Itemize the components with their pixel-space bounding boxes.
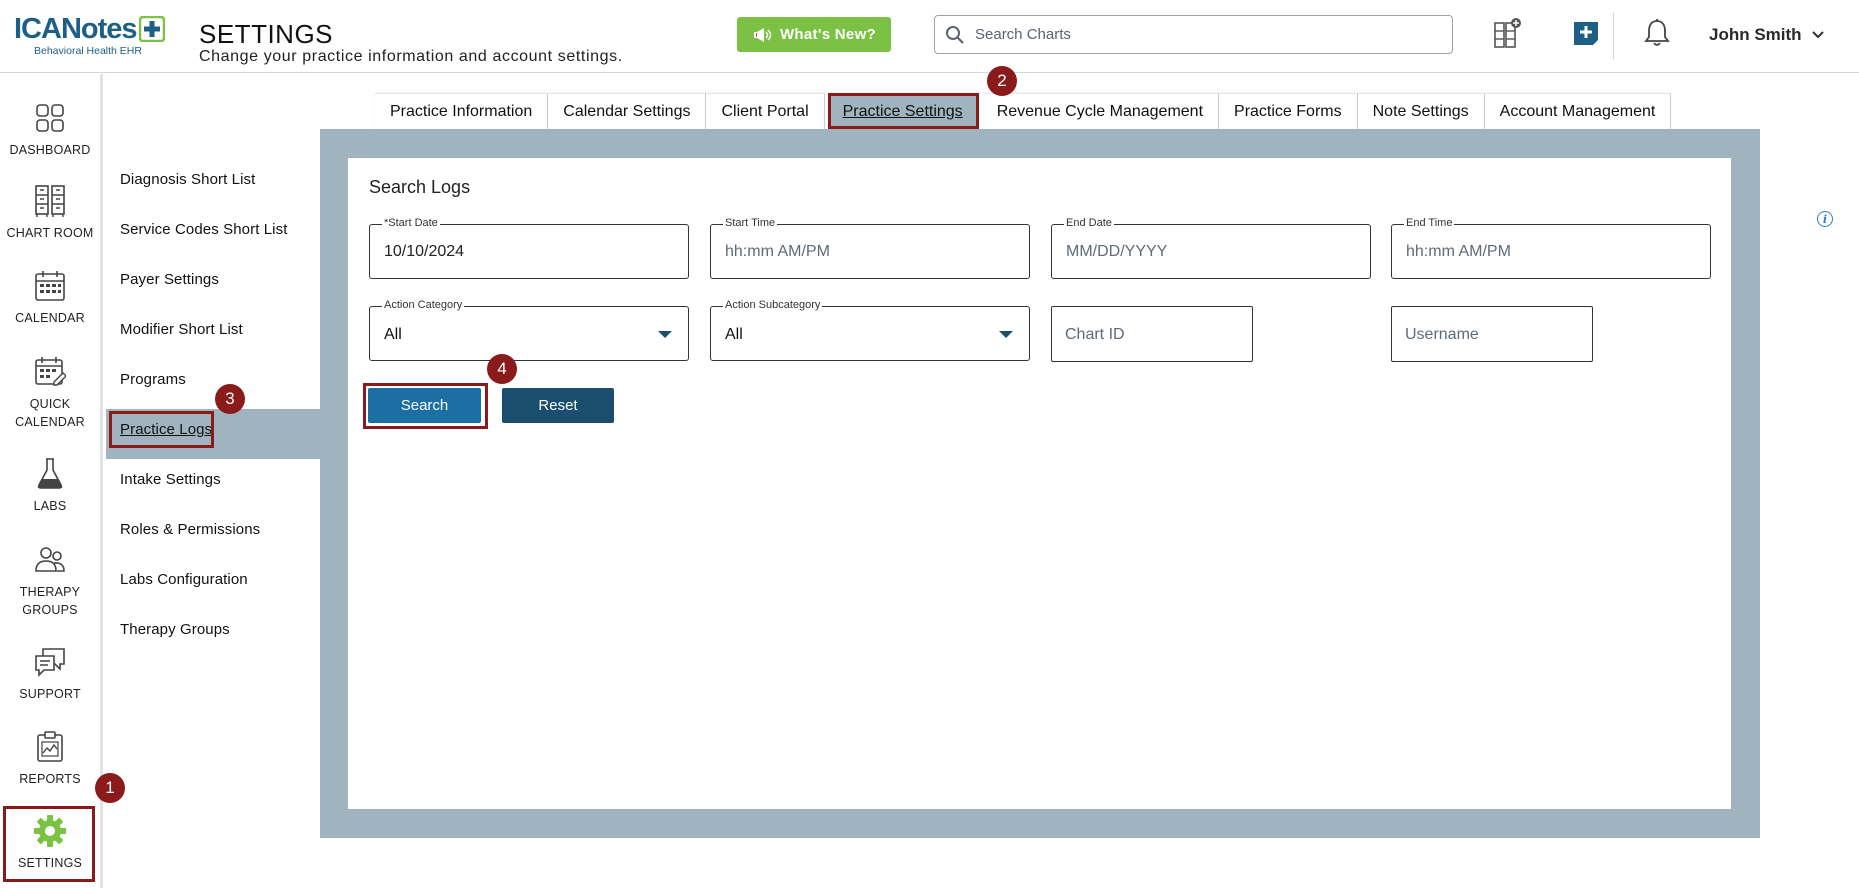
user-name-label: John Smith	[1709, 25, 1802, 44]
action-category-label: Action Category	[382, 299, 465, 311]
tab-calendar-settings[interactable]: Calendar Settings	[548, 93, 707, 129]
action-subcategory-label: Action Subcategory	[723, 299, 823, 311]
nav-calendar[interactable]: CALENDAR	[0, 269, 100, 327]
nav-support[interactable]: SUPPORT	[0, 645, 100, 703]
tab-account-management[interactable]: Account Management	[1484, 93, 1672, 129]
chevron-down-icon	[1811, 31, 1824, 39]
subnav-intake-settings[interactable]: Intake Settings	[120, 471, 221, 488]
step-badge-1: 1	[95, 773, 125, 803]
nav-label: THERAPY GROUPS	[19, 585, 81, 617]
settings-tabs: Practice Information Calendar Settings C…	[375, 93, 1672, 129]
username-placeholder: Username	[1405, 326, 1479, 343]
subnav-roles-permissions[interactable]: Roles & Permissions	[120, 521, 260, 538]
nav-therapy-groups[interactable]: THERAPY GROUPS	[0, 543, 100, 619]
notifications-bell-icon[interactable]	[1641, 16, 1673, 50]
end-time-placeholder: hh:mm AM/PM	[1406, 243, 1511, 260]
search-button[interactable]: Search	[368, 388, 481, 423]
nav-quick-calendar[interactable]: QUICK CALENDAR	[0, 355, 100, 431]
end-date-placeholder: MM/DD/YYYY	[1066, 243, 1168, 260]
tab-client-portal[interactable]: Client Portal	[706, 93, 825, 129]
info-icon[interactable]: i	[1817, 211, 1833, 227]
settings-highlight-box	[3, 806, 95, 882]
nav-label: SUPPORT	[19, 687, 81, 701]
chart-room-icon	[33, 184, 67, 218]
whats-new-button[interactable]: What's New?	[737, 17, 891, 52]
end-time-field[interactable]: End Time hh:mm AM/PM	[1391, 217, 1711, 279]
megaphone-icon	[753, 27, 772, 42]
search-charts-input[interactable]	[975, 26, 1415, 43]
nav-label: CALENDAR	[15, 311, 85, 325]
logo-subtitle: Behavioral Health EHR	[34, 45, 142, 57]
subnav-service-codes-short-list[interactable]: Service Codes Short List	[120, 221, 287, 238]
subnav-programs[interactable]: Programs	[120, 371, 186, 388]
topbar-divider	[1613, 12, 1614, 60]
step-badge-4: 4	[487, 354, 517, 384]
chart-id-input[interactable]: Chart ID	[1051, 306, 1253, 362]
nav-reports[interactable]: REPORTS	[0, 730, 100, 788]
username-input[interactable]: Username	[1391, 306, 1593, 362]
nav-label: CHART ROOM	[6, 226, 94, 240]
action-category-select[interactable]: Action Category All	[369, 299, 689, 361]
search-charts-box[interactable]	[934, 15, 1453, 54]
start-time-placeholder: hh:mm AM/PM	[725, 243, 830, 260]
dropdown-caret-icon	[658, 331, 672, 338]
quick-calendar-icon	[33, 355, 67, 389]
search-logs-title: Search Logs	[369, 177, 471, 197]
chart-cabinet-add-icon[interactable]	[1491, 16, 1523, 50]
logo-plus-icon	[138, 16, 165, 42]
start-date-field[interactable]: *Start Date 10/10/2024	[369, 217, 689, 279]
logo-text-ica: ICA	[14, 13, 62, 45]
dashboard-icon	[33, 101, 67, 135]
therapy-groups-icon	[33, 543, 67, 577]
nav-label: REPORTS	[19, 772, 81, 786]
whats-new-label: What's New?	[779, 26, 877, 43]
action-category-value: All	[384, 326, 402, 343]
end-date-field[interactable]: End Date MM/DD/YYYY	[1051, 217, 1371, 279]
user-menu[interactable]: John Smith	[1709, 25, 1824, 45]
nav-label: DASHBOARD	[9, 143, 91, 157]
end-date-label: End Date	[1064, 217, 1114, 229]
logo-text-notes: Notes	[60, 13, 138, 45]
start-time-label: Start Time	[723, 217, 778, 229]
dropdown-caret-icon	[999, 331, 1013, 338]
start-date-label: *Start Date	[382, 217, 440, 229]
labs-icon	[33, 457, 67, 491]
add-note-icon[interactable]	[1570, 16, 1602, 50]
page-subtitle: Change your practice information and acc…	[199, 48, 623, 65]
subnav-labs-configuration[interactable]: Labs Configuration	[120, 571, 248, 588]
action-subcategory-value: All	[725, 326, 743, 343]
start-date-value: 10/10/2024	[384, 243, 465, 260]
action-subcategory-select[interactable]: Action Subcategory All	[710, 299, 1030, 361]
reports-icon	[33, 730, 67, 764]
start-time-field[interactable]: Start Time hh:mm AM/PM	[710, 217, 1030, 279]
tab-practice-forms[interactable]: Practice Forms	[1219, 93, 1358, 129]
nav-labs[interactable]: LABS	[0, 457, 100, 515]
subnav-therapy-groups[interactable]: Therapy Groups	[120, 621, 230, 638]
practice-logs-highlight-box	[109, 411, 214, 448]
search-icon	[946, 25, 964, 44]
nav-chart-room[interactable]: CHART ROOM	[0, 184, 100, 242]
calendar-icon	[33, 269, 67, 303]
icanotes-logo[interactable]: ICANotes Behavioral Health EHR	[14, 14, 174, 58]
chart-id-placeholder: Chart ID	[1065, 326, 1125, 343]
tab-note-settings[interactable]: Note Settings	[1357, 93, 1485, 129]
step-badge-2: 2	[987, 66, 1017, 96]
subnav-payer-settings[interactable]: Payer Settings	[120, 271, 219, 288]
end-time-label: End Time	[1404, 217, 1455, 229]
tab-revenue-cycle-management[interactable]: Revenue Cycle Management	[981, 93, 1220, 129]
tab-practice-information[interactable]: Practice Information	[375, 93, 549, 129]
nav-label: QUICK CALENDAR	[15, 397, 85, 429]
top-bar: ICANotes Behavioral Health EHR SETTINGS …	[0, 0, 1859, 73]
page-title: SETTINGS	[199, 19, 334, 49]
nav-label: LABS	[33, 499, 67, 513]
nav-dashboard[interactable]: DASHBOARD	[0, 101, 100, 159]
support-chat-icon	[33, 645, 67, 679]
step-badge-3: 3	[215, 384, 245, 414]
subnav-diagnosis-short-list[interactable]: Diagnosis Short List	[120, 171, 255, 188]
tab-practice-settings[interactable]: Practice Settings	[827, 93, 979, 129]
subnav-modifier-short-list[interactable]: Modifier Short List	[120, 321, 243, 338]
reset-button[interactable]: Reset	[502, 388, 614, 423]
